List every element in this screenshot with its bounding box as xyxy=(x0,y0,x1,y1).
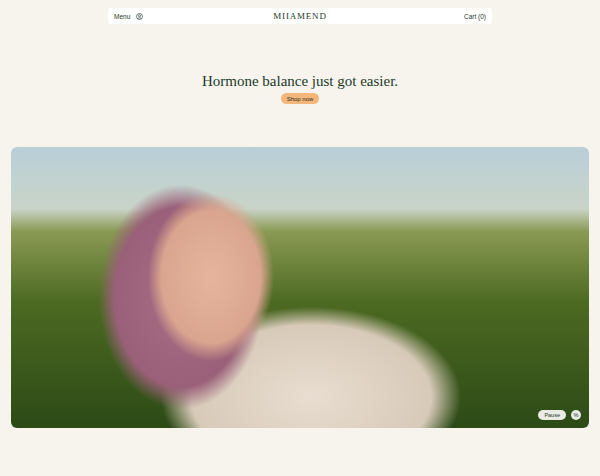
hero: Hormone balance just got easier. Shop no… xyxy=(0,72,600,104)
hero-video: Pause% xyxy=(11,147,589,428)
sound-button[interactable]: % xyxy=(571,410,581,420)
pause-button[interactable]: Pause xyxy=(538,410,566,420)
top-nav: Menu MIIAMEND Cart (0) xyxy=(108,8,492,24)
user-icon[interactable] xyxy=(136,13,143,20)
page: Menu MIIAMEND Cart (0) Hormone balance j… xyxy=(0,0,600,476)
video-controls: Pause% xyxy=(538,410,581,420)
logo[interactable]: MIIAMEND xyxy=(273,11,326,21)
video-frame xyxy=(11,147,589,428)
cart-button[interactable]: Cart (0) xyxy=(464,13,486,20)
menu-button[interactable]: Menu xyxy=(114,13,130,20)
headline: Hormone balance just got easier. xyxy=(202,72,398,90)
shop-now-button[interactable]: Shop now xyxy=(281,93,320,104)
